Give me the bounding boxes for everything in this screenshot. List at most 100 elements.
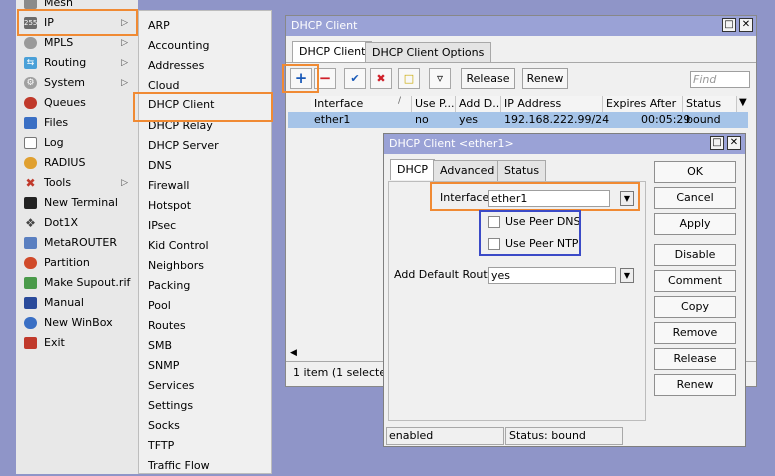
radius-icon	[24, 157, 37, 169]
tab-divider	[286, 62, 756, 63]
menu-item-new-terminal[interactable]: New Terminal	[20, 193, 138, 213]
submenu-item[interactable]: Pool	[138, 296, 270, 316]
submenu-item[interactable]: Settings	[138, 396, 270, 416]
menu-item-manual[interactable]: Manual	[20, 293, 138, 313]
submenu-item[interactable]: DHCP Server	[138, 136, 270, 156]
enable-button[interactable]: ✔	[344, 68, 366, 89]
ip-highlight	[17, 9, 138, 36]
chevron-right-icon: ▷	[121, 38, 128, 48]
status-bound: Status: bound	[505, 427, 623, 445]
release-button[interactable]: Release	[461, 68, 515, 89]
submenu-item[interactable]: SMB	[138, 336, 270, 356]
release-button[interactable]: Release	[654, 348, 736, 370]
cancel-button[interactable]: Cancel	[654, 187, 736, 209]
submenu-item[interactable]: Hotspot	[138, 196, 270, 216]
find-input[interactable]: Find	[690, 71, 750, 88]
cell-use-peer: no	[415, 113, 429, 126]
winbox-icon	[24, 317, 37, 329]
submenu-item[interactable]: IPsec	[138, 216, 270, 236]
submenu-item[interactable]: TFTP	[138, 436, 270, 456]
partition-icon	[24, 257, 37, 269]
renew-button[interactable]: Renew	[654, 374, 736, 396]
tab-dhcp[interactable]: DHCP	[390, 159, 436, 180]
exit-icon	[24, 337, 37, 349]
menu-item-log[interactable]: Log	[20, 133, 138, 153]
scroll-left-icon[interactable]: ◀	[290, 348, 300, 360]
window-titlebar[interactable]: DHCP Client	[286, 16, 756, 36]
column-header[interactable]: Interface	[311, 96, 412, 112]
maximize-icon[interactable]: □	[710, 136, 724, 150]
default-route-label: Add Default Route:	[394, 268, 499, 281]
submenu-item[interactable]: DNS	[138, 156, 270, 176]
disable-button[interactable]: ✖	[370, 68, 392, 89]
submenu-item[interactable]: Kid Control	[138, 236, 270, 256]
peer-options-highlight	[479, 210, 581, 256]
dialog-titlebar[interactable]: DHCP Client <ether1>	[384, 134, 745, 154]
remove-button[interactable]: Remove	[654, 322, 736, 344]
menu-item-dot1x[interactable]: ❖ Dot1X	[20, 213, 138, 233]
menu-item-radius[interactable]: RADIUS	[20, 153, 138, 173]
metarouter-icon	[24, 237, 37, 249]
renew-button[interactable]: Renew	[522, 68, 568, 89]
maximize-icon[interactable]: □	[722, 18, 736, 32]
column-header[interactable]: Add D...	[456, 96, 501, 112]
sort-icon: /	[398, 96, 402, 106]
menu-item-files[interactable]: Files	[20, 113, 138, 133]
submenu-item[interactable]: Firewall	[138, 176, 270, 196]
chevron-right-icon: ▷	[121, 78, 128, 88]
tab-dhcp-client-options[interactable]: DHCP Client Options	[365, 42, 492, 63]
menu-item-tools[interactable]: ✖ Tools ▷	[20, 173, 138, 193]
submenu-item[interactable]: Neighbors	[138, 256, 270, 276]
chevron-right-icon: ▷	[121, 178, 128, 188]
column-header[interactable]: Expires After	[603, 96, 683, 112]
copy-button[interactable]: Copy	[654, 296, 736, 318]
main-menu: Mesh 255 IP ▷ MPLS ▷ ⇆ Routing ▷ ⚙ System ▷ Que…	[0, 0, 138, 474]
close-icon[interactable]: ✕	[727, 136, 741, 150]
submenu-item[interactable]: Services	[138, 376, 270, 396]
menu-item-system[interactable]: ⚙ System ▷	[20, 73, 138, 93]
ip-submenu-items: ARP Accounting Addresses Cloud DHCP Clie…	[138, 10, 272, 474]
menu-side-strip	[0, 0, 16, 474]
tab-status[interactable]: Status	[497, 160, 547, 181]
column-header[interactable]: IP Address	[501, 96, 603, 112]
menu-item-queues[interactable]: Queues	[20, 93, 138, 113]
routing-icon: ⇆	[24, 57, 37, 69]
submenu-item[interactable]: Addresses	[138, 56, 270, 76]
submenu-item[interactable]: Routes	[138, 316, 270, 336]
menu-item-exit[interactable]: Exit	[20, 333, 138, 353]
terminal-icon	[24, 197, 37, 209]
menu-item-mpls[interactable]: MPLS ▷	[20, 33, 138, 53]
disable-button[interactable]: Disable	[654, 244, 736, 266]
submenu-item[interactable]: Socks	[138, 416, 270, 436]
menu-item-routing[interactable]: ⇆ Routing ▷	[20, 53, 138, 73]
comment-icon[interactable]: □	[398, 68, 420, 89]
menu-item-partition[interactable]: Partition	[20, 253, 138, 273]
cell-status: bound	[686, 113, 721, 126]
cell-interface: ether1	[314, 113, 351, 126]
dot1x-icon: ❖	[25, 216, 36, 230]
submenu-item[interactable]: Packing	[138, 276, 270, 296]
tab-advanced[interactable]: Advanced	[433, 160, 502, 181]
cell-ip: 192.168.222.99/24	[504, 113, 610, 126]
dhcp-client-highlight	[133, 92, 273, 122]
menu-item-make-supout[interactable]: Make Supout.rif	[20, 273, 138, 293]
menu-item-metarouter[interactable]: MetaROUTER	[20, 233, 138, 253]
default-route-select[interactable]: yes	[488, 267, 616, 284]
submenu-item[interactable]: SNMP	[138, 356, 270, 376]
folder-icon	[24, 117, 37, 129]
submenu-item[interactable]: Accounting	[138, 36, 270, 56]
menu-item-new-winbox[interactable]: New WinBox	[20, 313, 138, 333]
column-header[interactable]: Use P...	[412, 96, 456, 112]
close-icon[interactable]: ✕	[739, 18, 753, 32]
submenu-item[interactable]: ARP	[138, 16, 270, 36]
comment-button[interactable]: Comment	[654, 270, 736, 292]
column-header[interactable]: Status	[683, 96, 737, 112]
dhcp-client-ether1-dialog: DHCP Client <ether1> □ ✕ DHCP Advanced S…	[383, 133, 746, 447]
filter-icon[interactable]: ▿	[429, 68, 451, 89]
submenu-item[interactable]: Traffic Flow	[138, 456, 270, 476]
chevron-down-icon[interactable]: ▼	[620, 268, 634, 283]
ok-button[interactable]: OK	[654, 161, 736, 183]
columns-dropdown-icon[interactable]: ▼	[739, 97, 747, 108]
tab-dhcp-client[interactable]: DHCP Client	[292, 41, 373, 62]
apply-button[interactable]: Apply	[654, 213, 736, 235]
